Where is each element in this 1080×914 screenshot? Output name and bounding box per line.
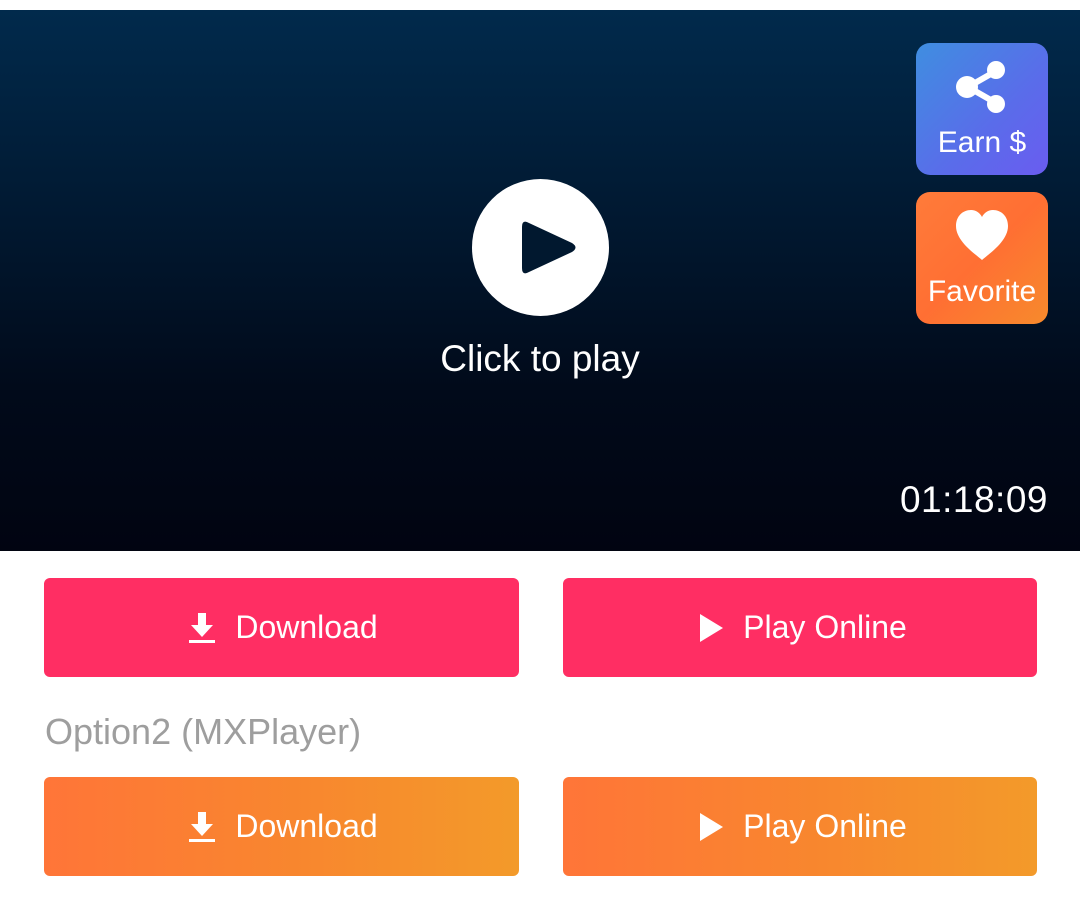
click-to-play-label[interactable]: Click to play bbox=[340, 336, 740, 382]
option2-title: Option2 (MXPlayer) bbox=[45, 711, 362, 752]
heart-icon bbox=[956, 210, 1008, 260]
mxplayer-play-online-label: Play Online bbox=[743, 808, 907, 844]
page: Click to play Earn $ Favorite 01:18:09 D… bbox=[0, 0, 1080, 914]
play-icon bbox=[693, 810, 727, 844]
video-player[interactable]: Click to play Earn $ Favorite 01:18:09 bbox=[0, 10, 1080, 551]
play-icon bbox=[693, 611, 727, 645]
earn-label: Earn $ bbox=[937, 126, 1027, 159]
top-strip bbox=[0, 0, 1080, 10]
mxplayer-play-online-button[interactable]: Play Online bbox=[563, 777, 1037, 876]
download-icon bbox=[185, 611, 219, 645]
mxplayer-download-button[interactable]: Download bbox=[44, 777, 519, 876]
share-icon bbox=[956, 61, 1005, 113]
favorite-button[interactable]: Favorite bbox=[916, 192, 1048, 324]
download-button[interactable]: Download bbox=[44, 578, 519, 677]
video-duration: 01:18:09 bbox=[899, 479, 1048, 520]
play-online-label: Play Online bbox=[743, 609, 907, 645]
download-label: Download bbox=[235, 609, 378, 645]
favorite-label: Favorite bbox=[927, 275, 1037, 308]
download-icon bbox=[185, 810, 219, 844]
play-icon bbox=[522, 221, 576, 274]
play-online-button[interactable]: Play Online bbox=[563, 578, 1037, 677]
play-button[interactable] bbox=[472, 179, 609, 316]
mxplayer-download-label: Download bbox=[235, 808, 378, 844]
earn-button[interactable]: Earn $ bbox=[916, 43, 1048, 175]
